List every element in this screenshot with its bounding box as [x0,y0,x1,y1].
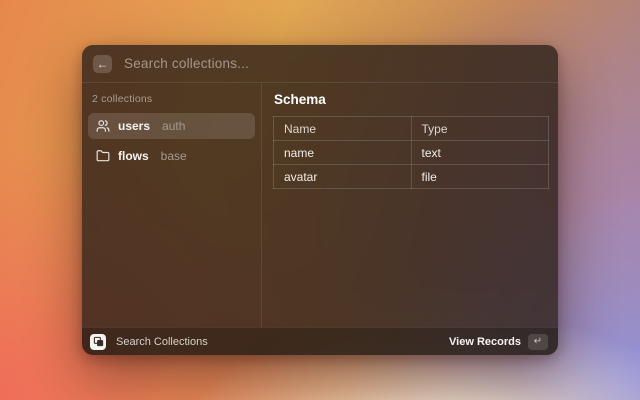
app-logo-icon [90,334,106,350]
schema-table: Name Type name text avatar file [273,116,549,189]
table-header-row: Name Type [274,117,549,141]
column-header-name: Name [274,117,412,141]
sidebar-item-sublabel: base [161,149,187,163]
arrow-left-icon: ← [97,55,109,73]
cell-field-name: name [274,141,412,165]
search-input[interactable]: Search collections... [124,56,547,71]
footer-context-label: Search Collections [116,336,449,348]
sidebar-item-label: flows [118,149,149,163]
folder-icon [96,149,110,163]
search-collections-window: ← Search collections... 2 collections us… [82,45,558,355]
view-records-label: View Records [449,336,521,348]
enter-key-icon: ↵ [528,334,548,350]
cell-field-type: text [411,141,549,165]
sidebar-item-flows[interactable]: flows base [88,143,255,169]
window-content: 2 collections users auth [82,83,558,327]
cell-field-type: file [411,165,549,189]
column-header-type: Type [411,117,549,141]
window-footer: Search Collections View Records ↵ [82,327,558,355]
footer-action[interactable]: View Records ↵ [449,334,550,350]
users-icon [96,119,110,133]
schema-title: Schema [274,92,549,107]
search-bar: ← Search collections... [82,45,558,83]
cell-field-name: avatar [274,165,412,189]
sidebar-item-sublabel: auth [162,119,185,133]
table-row: name text [274,141,549,165]
sidebar-item-users[interactable]: users auth [88,113,255,139]
collections-sidebar: 2 collections users auth [82,83,262,327]
schema-panel: Schema Name Type name text avatar file [262,83,558,327]
table-row: avatar file [274,165,549,189]
back-button[interactable]: ← [93,55,112,73]
collections-count-label: 2 collections [92,93,251,105]
sidebar-item-label: users [118,119,150,133]
